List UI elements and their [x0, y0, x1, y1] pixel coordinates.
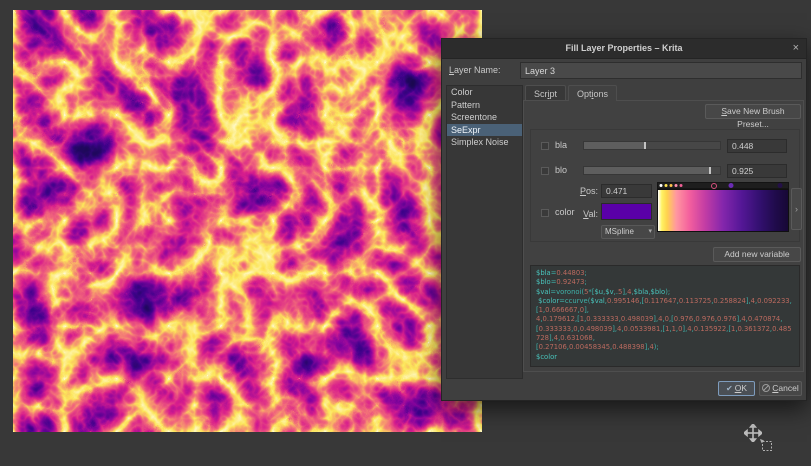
bla-slider-fill [584, 142, 645, 149]
generator-item-screentone[interactable]: Screentone [447, 111, 522, 124]
gradient-stop-marker[interactable] [664, 184, 667, 187]
bla-value-field[interactable]: 0.448 [727, 139, 787, 153]
generator-item-pattern[interactable]: Pattern [447, 99, 522, 112]
gradient-stop-marker[interactable] [680, 184, 683, 187]
gradient-stop-marker[interactable] [778, 183, 783, 188]
blo-slider-handle[interactable] [709, 167, 711, 174]
dialog-title: Fill Layer Properties – Krita [442, 43, 806, 53]
check-icon: ✔ [726, 384, 733, 393]
fill-layer-properties-dialog: Fill Layer Properties – Krita × Layer Na… [441, 38, 807, 401]
ok-label: OK [735, 383, 747, 393]
cancel-button[interactable]: Cancel [759, 381, 802, 396]
ok-button[interactable]: ✔OK [718, 381, 755, 396]
gradient-stops-strip[interactable] [657, 182, 789, 189]
gradient-next-button[interactable]: › [791, 188, 802, 230]
tab-options[interactable]: Options [568, 85, 617, 101]
bla-slider-handle[interactable] [644, 142, 646, 149]
interpolation-value: MSpline [605, 227, 634, 236]
seexpr-noise-pattern [13, 10, 482, 432]
generator-list: Color Pattern Screentone SeExpr Simplex … [446, 85, 523, 379]
color-value-swatch[interactable] [601, 203, 652, 220]
bla-slider[interactable] [583, 141, 721, 150]
gradient-stop-marker[interactable] [728, 183, 733, 188]
gradient-preview[interactable] [657, 189, 789, 232]
cancel-icon [762, 384, 770, 392]
add-new-variable-button[interactable]: Add new variable [713, 247, 801, 262]
gradient-stop-marker[interactable] [670, 184, 673, 187]
blo-value-field[interactable]: 0.925 [727, 164, 787, 178]
gradient-stop-marker[interactable] [659, 184, 662, 187]
gradient-stop-marker[interactable] [675, 184, 678, 187]
chevron-down-icon: ▾ [648, 226, 652, 238]
pos-value-field[interactable]: 0.471 [601, 184, 652, 198]
transform-handle-icon [759, 438, 774, 453]
cancel-label: Cancel [772, 383, 798, 393]
blo-checkbox[interactable] [541, 167, 549, 175]
blo-label: blo [555, 165, 567, 175]
save-brush-preset-button[interactable]: Save New Brush Preset... [705, 104, 801, 119]
canvas-image[interactable] [13, 10, 482, 432]
dialog-titlebar[interactable]: Fill Layer Properties – Krita × [442, 39, 806, 59]
bla-label: bla [555, 140, 567, 150]
bla-checkbox[interactable] [541, 142, 549, 150]
layer-name-input[interactable] [520, 62, 802, 79]
generator-item-simplex-noise[interactable]: Simplex Noise [447, 136, 522, 149]
color-checkbox[interactable] [541, 209, 549, 217]
blo-slider[interactable] [583, 166, 721, 175]
close-icon[interactable]: × [793, 42, 799, 54]
generator-item-seexpr[interactable]: SeExpr [447, 124, 522, 137]
seexpr-script-text[interactable]: $bla=0.44803; $blo=0.92473; $val=voronoi… [530, 265, 800, 367]
krita-workspace: Fill Layer Properties – Krita × Layer Na… [0, 0, 811, 466]
val-label: Val: [564, 209, 598, 219]
tab-script[interactable]: Script [525, 85, 566, 101]
options-panel: Save New Brush Preset... bla 0.448 blo 0… [523, 100, 804, 372]
interpolation-dropdown[interactable]: MSpline ▾ [601, 225, 655, 239]
generator-item-color[interactable]: Color [447, 86, 522, 99]
blo-slider-fill [584, 167, 710, 174]
layer-name-label: Layer Name: [449, 65, 501, 75]
pos-label: Pos: [564, 186, 598, 196]
